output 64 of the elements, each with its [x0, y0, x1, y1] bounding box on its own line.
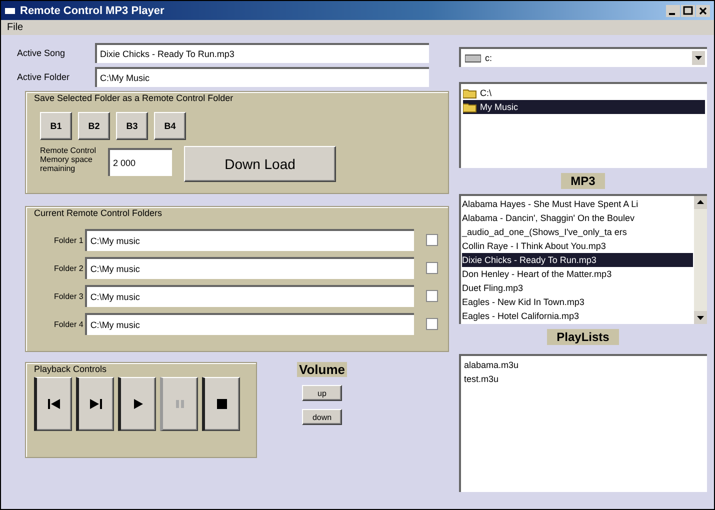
scroll-down-button[interactable] [694, 311, 707, 324]
folder-label: Folder 3 [52, 292, 84, 300]
minimize-button[interactable] [666, 4, 680, 16]
memory-label: Remote Control Memory space remaining [40, 146, 98, 174]
volume-button[interactable]: up [302, 385, 342, 401]
folder-field[interactable]: C:\My music [85, 313, 414, 335]
mp3-item[interactable]: Eagles - New Kid In Town.mp3 [462, 295, 693, 309]
folder-label: Folder 4 [52, 320, 84, 328]
playlist-item[interactable]: alabama.m3u [464, 358, 704, 372]
field-label: Active Song [17, 48, 66, 58]
mp3-item[interactable]: _audio_ad_one_(Shows_I've_only_ta ers [462, 225, 693, 239]
checkbox[interactable] [426, 234, 438, 246]
active-folder-field[interactable]: C:\My Music [95, 67, 429, 87]
mp3-item[interactable]: Don Henley - Heart of the Matter.mp3 [462, 267, 693, 281]
folder-item[interactable]: My Music [463, 100, 705, 114]
folder-field[interactable]: C:\My music [85, 257, 414, 279]
checkbox[interactable] [426, 262, 438, 274]
mp3-item[interactable]: Dixie Chicks - Ready To Run.mp3 [462, 253, 693, 267]
save-slot-button[interactable]: B1 [40, 112, 72, 140]
stop-button[interactable] [202, 377, 240, 431]
volume-button[interactable]: down [302, 409, 342, 425]
folder-field[interactable]: C:\My music [85, 285, 414, 307]
checkbox[interactable] [426, 290, 438, 302]
drive-dropdown[interactable]: c: [459, 47, 707, 67]
stop-icon [215, 398, 229, 410]
save-slot-button[interactable]: B4 [154, 112, 186, 140]
folder-field[interactable]: C:\My music [85, 229, 414, 251]
pause-icon [173, 398, 187, 410]
menu-item[interactable]: File [7, 22, 24, 33]
previous-button[interactable] [34, 377, 72, 431]
folder-icon [463, 102, 477, 112]
active-song-field[interactable]: Dixie Chicks - Ready To Run.mp3 [95, 43, 429, 63]
mp3-heading: MP3 [560, 173, 606, 189]
group-title: Save Selected Folder as a Remote Control Folder [34, 93, 234, 103]
checkbox[interactable] [426, 318, 438, 330]
play-button[interactable] [118, 377, 156, 431]
save-slot-button[interactable]: B3 [116, 112, 148, 140]
skip-back-icon [47, 398, 61, 410]
memory-field[interactable]: 2 000 [108, 148, 172, 176]
mp3-item[interactable]: Alabama Hayes - She Must Have Spent A Li [462, 197, 693, 211]
download-button[interactable]: Down Load [184, 146, 336, 182]
drive-icon [465, 54, 481, 62]
folder-item[interactable]: C:\ [463, 86, 705, 100]
app-icon [5, 6, 15, 14]
field-label: Active Folder [17, 72, 71, 82]
mp3-item[interactable]: Collin Raye - I Think About You.mp3 [462, 239, 693, 253]
maximize-button[interactable] [681, 4, 695, 16]
mp3-item[interactable]: Alabama - Dancin', Shaggin' On the Boulev [462, 211, 693, 225]
folder-label: Folder 2 [52, 264, 84, 272]
close-button[interactable] [696, 4, 710, 16]
mp3-item[interactable]: Duet Fling.mp3 [462, 281, 693, 295]
save-slot-button[interactable]: B2 [78, 112, 110, 140]
playlist-item[interactable]: test.m3u [464, 372, 704, 386]
volume-label: Volume [297, 362, 347, 377]
mp3-item[interactable]: Eagles - Hotel California.mp3 [462, 309, 693, 323]
next-button[interactable] [76, 377, 114, 431]
play-icon [131, 398, 145, 410]
window-title: Remote Control MP3 Player [20, 4, 166, 16]
group-title: Playback Controls [34, 364, 107, 374]
group-title: Current Remote Control Folders [34, 208, 162, 218]
playlists-heading: PlayLists [546, 329, 620, 345]
scroll-up-button[interactable] [694, 196, 707, 209]
skip-forward-icon [89, 398, 103, 410]
folder-label: Folder 1 [52, 236, 84, 244]
